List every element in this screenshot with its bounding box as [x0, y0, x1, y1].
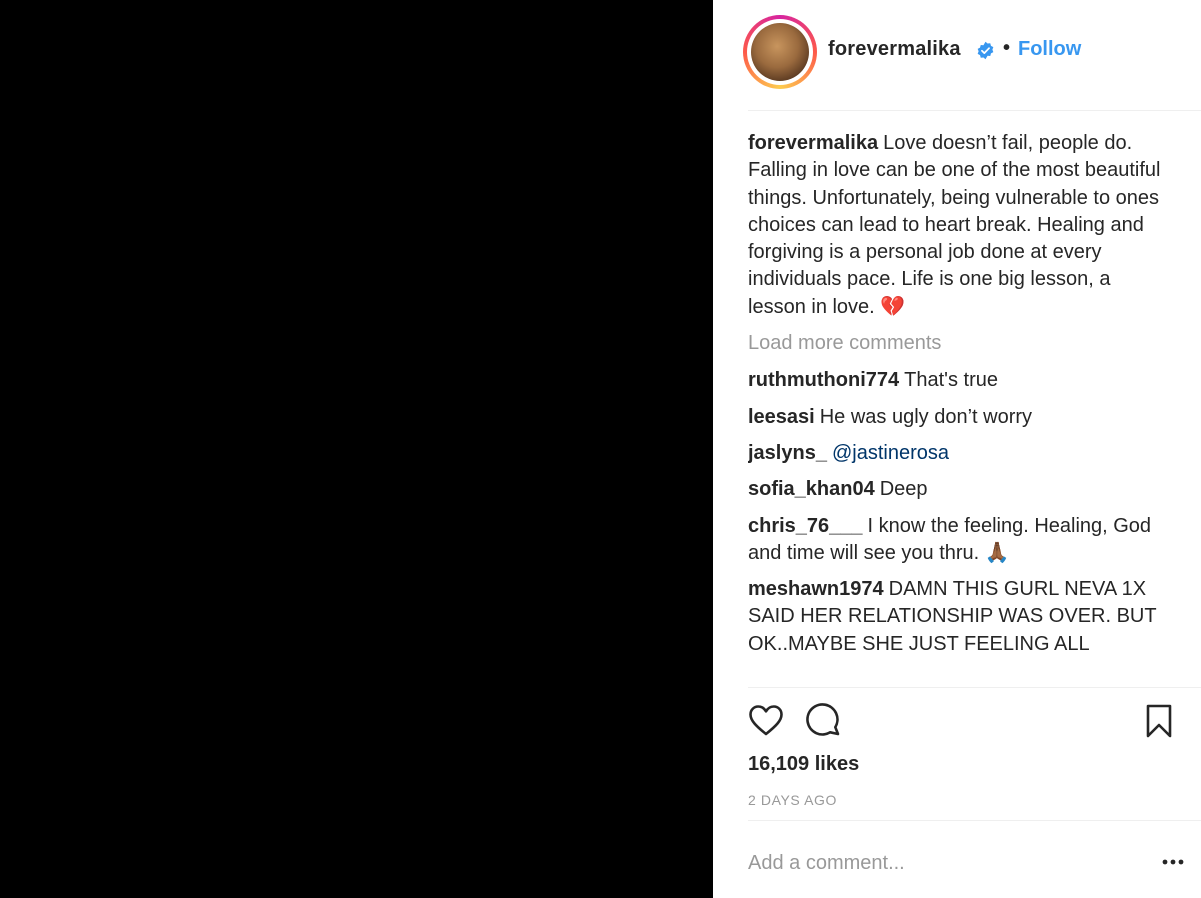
comment-text: He was ugly don’t worry	[819, 405, 1033, 428]
caption: forevermalika Love doesn’t fail, people d…	[748, 130, 1168, 321]
comment-username[interactable]: leesasi	[748, 406, 815, 428]
comment-item: leesasi He was ugly don’t worry	[748, 404, 1168, 431]
divider	[748, 820, 1201, 821]
post-side-panel: forevermalika • Follow forevermalika Love…	[713, 0, 1201, 898]
comments-list[interactable]: forevermalika Love doesn’t fail, people d…	[748, 130, 1168, 686]
likes-count[interactable]: 16,109 likes	[748, 753, 859, 776]
add-comment-input[interactable]	[748, 848, 1118, 878]
verified-badge-icon	[977, 41, 994, 60]
comment-item: meshawn1974 DAMN THIS GURL NEVA 1X SAID H…	[748, 576, 1168, 658]
comment-item: sofia_khan04 Deep	[748, 476, 1168, 503]
divider	[748, 110, 1201, 111]
comment-username[interactable]: ruthmuthoni774	[748, 369, 899, 391]
comment-username[interactable]: chris_76___	[748, 515, 863, 537]
divider	[748, 687, 1201, 688]
broken-heart-emoji: 💔	[880, 295, 906, 318]
bookmark-icon[interactable]	[1141, 703, 1177, 739]
comment-item: jaslyns_ @jastinerosa	[748, 440, 1168, 467]
comment-username[interactable]: jaslyns_	[748, 442, 827, 464]
follow-button[interactable]: Follow	[1018, 38, 1081, 61]
avatar-photo	[751, 23, 809, 81]
comment-username[interactable]: meshawn1974	[748, 578, 884, 600]
comment-icon[interactable]	[806, 703, 842, 739]
more-options-icon[interactable]	[1158, 850, 1188, 874]
comment-text: Deep	[879, 478, 928, 501]
load-more-comments-button[interactable]: Load more comments	[748, 330, 1168, 357]
comment-username[interactable]: forevermalika	[748, 132, 878, 154]
post-date[interactable]: 2 DAYS AGO	[748, 792, 837, 808]
praying-hands-emoji: 🙏🏾	[984, 541, 1010, 564]
separator-dot: •	[1003, 37, 1011, 59]
mention-link[interactable]: @jastinerosa	[832, 442, 949, 464]
comment-item: chris_76___ I know the feeling. Healing, …	[748, 513, 1168, 568]
post-media[interactable]	[0, 0, 713, 898]
avatar[interactable]	[743, 15, 817, 89]
post-header: forevermalika • Follow	[713, 0, 1201, 108]
comment-username[interactable]: sofia_khan04	[748, 478, 875, 500]
action-bar	[748, 703, 1178, 743]
comment-item: ruthmuthoni774 That's true	[748, 367, 1168, 394]
comment-text: Love doesn’t fail, people do. Falling in…	[748, 132, 1161, 318]
comment-text: That's true	[904, 369, 998, 392]
header-username[interactable]: forevermalika	[828, 38, 961, 61]
heart-icon[interactable]	[748, 703, 784, 739]
